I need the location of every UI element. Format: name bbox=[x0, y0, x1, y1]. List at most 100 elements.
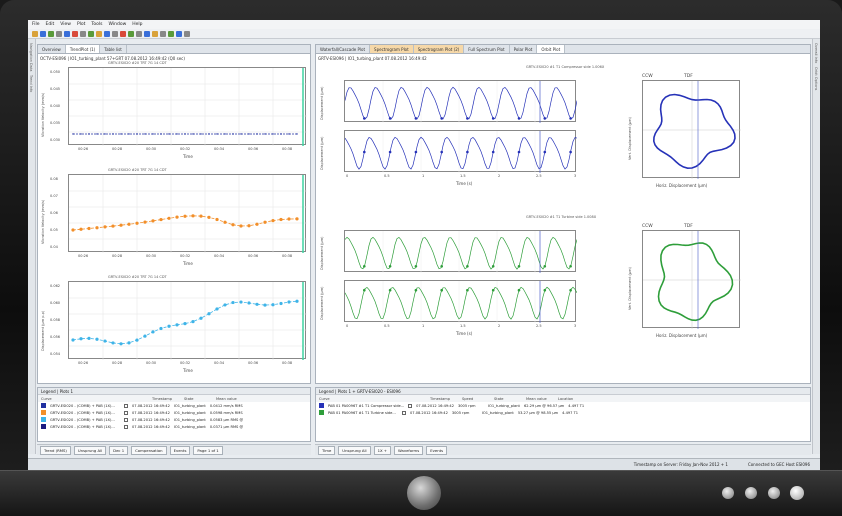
legend-row[interactable]: PAB 01 PA0096T #1 T1 Turbine side... 07.0… bbox=[316, 409, 810, 416]
toolbar-icon[interactable] bbox=[64, 31, 70, 37]
legend-col[interactable]: Location bbox=[558, 397, 586, 401]
tab-right_tabs-0[interactable]: Waterfall/Cascade Plot bbox=[316, 45, 371, 53]
toolbar-icon[interactable] bbox=[56, 31, 62, 37]
toolbar-icon[interactable] bbox=[88, 31, 94, 37]
trend-control-2[interactable]: Dec 1 bbox=[109, 445, 129, 455]
legend-col[interactable]: Mean value bbox=[526, 397, 554, 401]
orbit-control-3[interactable]: Waveforms bbox=[393, 445, 424, 455]
toolbar-icon[interactable] bbox=[112, 31, 118, 37]
trend-control-1[interactable]: Unsprung All bbox=[73, 445, 107, 455]
visibility-checkbox[interactable] bbox=[124, 424, 128, 429]
legend-mean: 53.27 μm @ 98.55 μm bbox=[517, 410, 559, 415]
menu-edit[interactable]: Edit bbox=[46, 22, 55, 27]
data-point bbox=[215, 217, 219, 222]
toolbar-icon[interactable] bbox=[48, 31, 54, 37]
waveform-plot[interactable] bbox=[344, 80, 578, 123]
orbit-control-2[interactable]: 1X + bbox=[373, 445, 391, 455]
tab-right_tabs-5[interactable]: Orbit Plot bbox=[537, 45, 566, 53]
trend-plot-0[interactable] bbox=[68, 67, 307, 146]
toolbar-icon[interactable] bbox=[96, 31, 102, 37]
orbit-pane: Waterfall/Cascade Plot Spectrogram Plot Sp… bbox=[315, 44, 811, 384]
menu-file[interactable]: File bbox=[32, 22, 40, 27]
data-point bbox=[87, 336, 91, 340]
legend-col[interactable]: Timestamp bbox=[152, 397, 180, 401]
trend-control-3[interactable]: Compensation bbox=[131, 445, 167, 455]
tab-right_tabs-2[interactable]: Spectrogram Plot (2) bbox=[413, 45, 465, 53]
x-tick: 00:32 bbox=[180, 147, 191, 151]
sidebar-tab-trend-info[interactable]: Trend Info bbox=[29, 75, 33, 92]
trend-plot-1[interactable] bbox=[68, 174, 307, 253]
series-swatch bbox=[41, 410, 46, 415]
data-point bbox=[271, 303, 275, 307]
x-tick: 3 bbox=[574, 174, 577, 178]
toolbar-icon[interactable] bbox=[136, 31, 142, 37]
visibility-checkbox[interactable] bbox=[124, 410, 128, 415]
orbit-control-4[interactable]: Events bbox=[426, 445, 448, 455]
data-point bbox=[231, 300, 235, 305]
orbit-control-1[interactable]: Unsprung All bbox=[338, 445, 371, 455]
menu-help[interactable]: Help bbox=[132, 22, 142, 27]
data-point bbox=[239, 224, 243, 228]
toolbar-icon[interactable] bbox=[120, 31, 126, 37]
legend-col[interactable]: Speed bbox=[462, 397, 490, 401]
data-point bbox=[199, 214, 203, 218]
trend-control-4[interactable]: Events bbox=[169, 445, 191, 455]
menu-tools[interactable]: Tools bbox=[91, 22, 102, 27]
tab-left_tabs-1[interactable]: TrendPlot (1) bbox=[65, 45, 101, 53]
orbit-plot[interactable] bbox=[642, 80, 741, 179]
orbit-plot[interactable] bbox=[642, 230, 741, 329]
toolbar-icon[interactable] bbox=[80, 31, 86, 37]
x-tick: 1.5 bbox=[460, 174, 466, 178]
sidebar-tab-navigation[interactable]: Navigation Data bbox=[29, 43, 33, 71]
legend-row[interactable]: GRTV-ESI020 - (COMB) + PAB (1X)... 07.08.… bbox=[38, 402, 310, 409]
menu-view[interactable]: View bbox=[60, 22, 71, 27]
toolbar-icon[interactable] bbox=[144, 31, 150, 37]
legend-col[interactable]: Mean value bbox=[216, 397, 244, 401]
waveform-plot[interactable] bbox=[344, 130, 578, 173]
legend-col[interactable]: Curve bbox=[41, 397, 116, 401]
sidebar-tab-orbit-options[interactable]: Orbit Options bbox=[814, 67, 818, 90]
legend-row[interactable]: GRTV-ESI020 - (COMB) + PAB (1X)... 07.08.… bbox=[38, 409, 310, 416]
trend-y-label: Vibration Velocity (mm/s) bbox=[41, 199, 45, 244]
waveform-plot[interactable] bbox=[344, 230, 578, 273]
tab-left_tabs-0[interactable]: Overview bbox=[38, 45, 66, 53]
toolbar-icon[interactable] bbox=[176, 31, 182, 37]
legend-row[interactable]: PAB 01 PA0096T #1 T1 Compressor side... 0… bbox=[316, 402, 810, 409]
legend-row[interactable]: GRTV-ESI020 - (COMB) + PAB (1X)... 07.08.… bbox=[38, 416, 310, 423]
toolbar-icon[interactable] bbox=[152, 31, 158, 37]
toolbar-icon[interactable] bbox=[104, 31, 110, 37]
legend-col[interactable]: Curve bbox=[319, 397, 394, 401]
legend-col[interactable]: Timestamp bbox=[430, 397, 458, 401]
tab-left_tabs-2[interactable]: Table list bbox=[100, 45, 127, 53]
legend-curve: GRTV-ESI020 - (COMB) + PAB (1X)... bbox=[50, 417, 115, 422]
sidebar-tab-overall-info[interactable]: Overall Info bbox=[814, 43, 818, 63]
data-point bbox=[176, 133, 178, 135]
waveform-plot[interactable] bbox=[344, 280, 578, 323]
toolbar-icon[interactable] bbox=[128, 31, 134, 37]
toolbar-icon[interactable] bbox=[160, 31, 166, 37]
legend-curve: PAB 01 PA0096T #1 T1 Compressor side... bbox=[328, 403, 405, 408]
trend-plot-2[interactable] bbox=[68, 281, 307, 360]
visibility-checkbox[interactable] bbox=[124, 403, 128, 408]
legend-col[interactable]: State bbox=[184, 397, 212, 401]
legend-row[interactable]: GRTV-ESI020 - (COMB) + PAB (1X)... 07.08.… bbox=[38, 423, 310, 430]
toolbar-icon[interactable] bbox=[40, 31, 46, 37]
toolbar-icon[interactable] bbox=[32, 31, 38, 37]
visibility-checkbox[interactable] bbox=[124, 417, 128, 422]
orbit-control-0[interactable]: Time bbox=[318, 445, 336, 455]
toolbar-icon[interactable] bbox=[184, 31, 190, 37]
y-tick: 0.050 bbox=[50, 70, 61, 74]
tab-right_tabs-4[interactable]: Polar Plot bbox=[510, 45, 538, 53]
visibility-checkbox[interactable] bbox=[408, 403, 413, 408]
menu-window[interactable]: Window bbox=[109, 22, 127, 27]
trend-control-0[interactable]: Trend (RMS) bbox=[40, 445, 71, 455]
trend-control-5[interactable]: Page 1 of 1 bbox=[193, 445, 223, 455]
x-tick: 0 bbox=[346, 324, 349, 328]
menu-plot[interactable]: Plot bbox=[77, 22, 85, 27]
toolbar-icon[interactable] bbox=[168, 31, 174, 37]
legend-col[interactable]: State bbox=[494, 397, 522, 401]
tab-right_tabs-1[interactable]: Spectrogram Plot bbox=[370, 45, 414, 53]
visibility-checkbox[interactable] bbox=[402, 410, 406, 415]
toolbar-icon[interactable] bbox=[72, 31, 78, 37]
tab-right_tabs-3[interactable]: Full Spectrum Plot bbox=[464, 45, 510, 53]
